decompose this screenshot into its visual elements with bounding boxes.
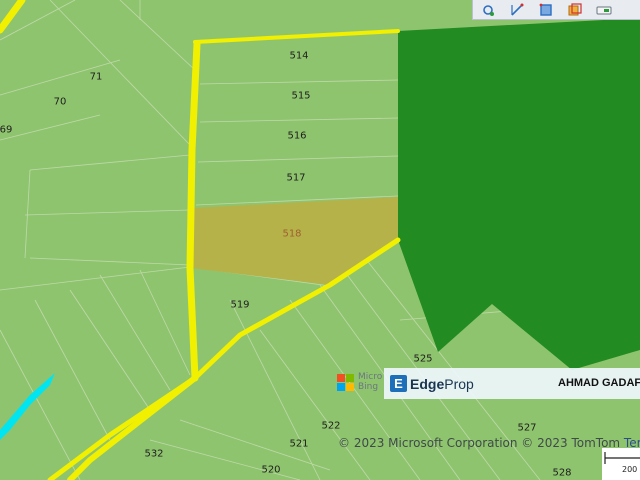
microsoft-bing-logo: Micro Bing xyxy=(337,372,382,392)
edgeprop-logo: E EdgeProp xyxy=(390,375,474,392)
scale-bar-graphic xyxy=(604,452,640,464)
forest-reserve xyxy=(398,18,640,370)
lot-label[interactable]: 520 xyxy=(261,465,280,476)
copyright-text: © 2023 Microsoft Corporation © 2023 TomT… xyxy=(338,436,624,450)
lot-label[interactable]: 514 xyxy=(289,51,308,62)
edgeprop-mark-icon: E xyxy=(390,375,407,392)
lot-label[interactable]: 525 xyxy=(413,354,432,365)
lot-label[interactable]: 515 xyxy=(291,91,310,102)
microsoft-logo-icon xyxy=(337,373,354,391)
lot-label[interactable]: 521 xyxy=(289,439,308,450)
layers-icon[interactable] xyxy=(564,1,586,19)
lot-label[interactable]: 522 xyxy=(321,421,340,432)
ms-logo-line2: Bing xyxy=(358,382,379,392)
map-copyright: © 2023 Microsoft Corporation © 2023 TomT… xyxy=(338,436,640,450)
measure-icon[interactable] xyxy=(506,1,528,19)
lot-label[interactable]: 528 xyxy=(552,468,571,479)
map-toolbar xyxy=(472,0,640,20)
lot-label[interactable]: 527 xyxy=(517,423,536,434)
edgeprop-logo-bold: Edge xyxy=(410,375,445,392)
area-icon[interactable] xyxy=(535,1,557,19)
lot-label[interactable]: 70 xyxy=(54,97,67,108)
lot-label[interactable]: 516 xyxy=(287,131,306,142)
lot-label[interactable]: 519 xyxy=(230,300,249,311)
selected-lot-label[interactable]: 518 xyxy=(282,229,301,240)
scale-label: 200 xyxy=(622,465,638,474)
agent-name: AHMAD GADAF xyxy=(558,377,640,389)
lot-label[interactable]: 71 xyxy=(90,72,103,83)
lot-label[interactable]: 69 xyxy=(0,125,12,136)
lot-label[interactable]: 532 xyxy=(144,449,163,460)
print-icon[interactable] xyxy=(593,1,615,19)
scale-bar: 200 xyxy=(602,448,640,480)
map-canvas[interactable]: 514 515 516 517 518 519 525 522 521 532 … xyxy=(0,0,640,480)
edgeprop-logo-light: Prop xyxy=(444,375,474,392)
locate-icon[interactable] xyxy=(477,1,499,19)
lot-label[interactable]: 517 xyxy=(286,173,305,184)
edgeprop-banner[interactable]: E EdgeProp AHMAD GADAF xyxy=(384,368,640,399)
ms-logo-line1: Micro xyxy=(358,372,383,382)
